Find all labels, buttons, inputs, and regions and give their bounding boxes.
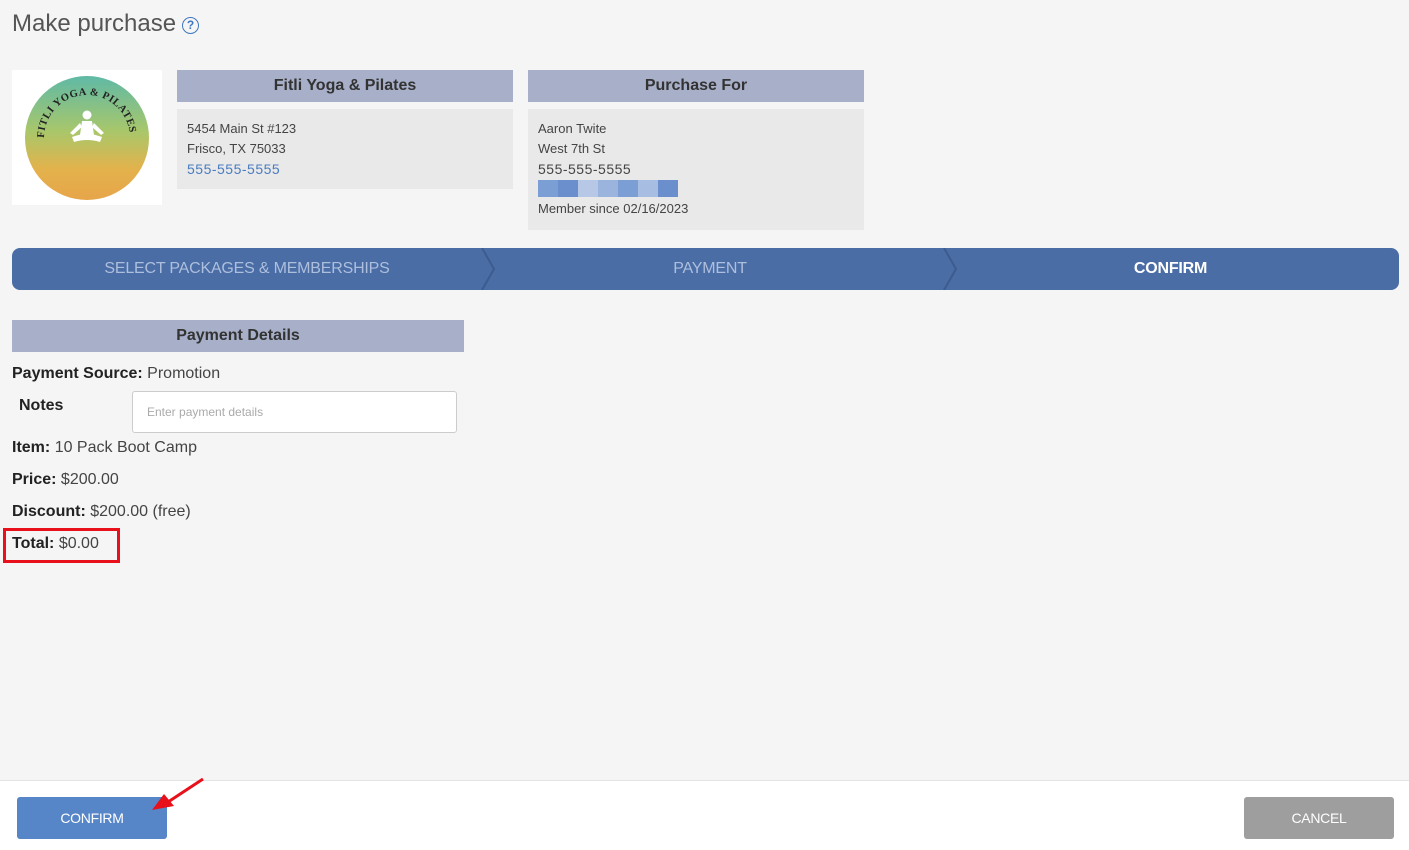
page-header: Make purchase ? bbox=[12, 10, 200, 38]
yoga-logo-icon: FITLI YOGA & PILATES bbox=[25, 75, 149, 200]
payment-source: Payment Source: Promotion bbox=[12, 365, 220, 383]
action-footer: CONFIRM CANCEL bbox=[0, 780, 1409, 850]
studio-logo: FITLI YOGA & PILATES bbox=[12, 70, 162, 205]
step-select-packages[interactable]: SELECT PACKAGES & MEMBERSHIPS bbox=[12, 248, 482, 290]
studio-info-card: Fitli Yoga & Pilates 5454 Main St #123 F… bbox=[177, 70, 513, 189]
cancel-button[interactable]: CANCEL bbox=[1244, 797, 1394, 839]
customer-phone: 555-555-5555 bbox=[538, 161, 632, 177]
payment-source-label: Payment Source: bbox=[12, 365, 143, 382]
notes-input[interactable] bbox=[132, 391, 457, 433]
question-circle-icon[interactable]: ? bbox=[182, 16, 200, 34]
item-label: Item: bbox=[12, 439, 51, 456]
step-confirm[interactable]: CONFIRM bbox=[942, 248, 1399, 290]
red-arrow-icon bbox=[152, 777, 204, 810]
price-label: Price: bbox=[12, 471, 57, 488]
payment-source-value: Promotion bbox=[147, 365, 221, 382]
total-highlight-box bbox=[3, 528, 120, 563]
studio-address-line2: Frisco, TX 75033 bbox=[187, 141, 286, 156]
member-since: Member since 02/16/2023 bbox=[538, 201, 689, 216]
discount-note: (free) bbox=[152, 503, 191, 520]
step-payment[interactable]: PAYMENT bbox=[482, 248, 938, 290]
price-value: $200.00 bbox=[60, 471, 119, 488]
studio-address: 5454 Main St #123 Frisco, TX 75033 555-5… bbox=[177, 109, 513, 189]
redacted-email bbox=[538, 180, 854, 197]
purchase-for-card: Purchase For Aaron Twite West 7th St 555… bbox=[528, 70, 864, 230]
purchase-for-header: Purchase For bbox=[528, 70, 864, 102]
studio-address-line1: 5454 Main St #123 bbox=[187, 121, 297, 136]
studio-phone-link[interactable]: 555-555-5555 bbox=[187, 159, 503, 179]
payment-details-header: Payment Details bbox=[12, 320, 464, 352]
discount-label: Discount: bbox=[12, 503, 86, 520]
studio-name-header: Fitli Yoga & Pilates bbox=[177, 70, 513, 102]
notes-label: Notes bbox=[19, 397, 64, 414]
purchase-stepper: SELECT PACKAGES & MEMBERSHIPS PAYMENT CO… bbox=[12, 248, 1399, 290]
customer-details: Aaron Twite West 7th St 555-555-5555 Mem… bbox=[528, 109, 864, 230]
discount-line: Discount: $200.00 (free) bbox=[12, 503, 191, 521]
customer-name: Aaron Twite bbox=[538, 121, 607, 136]
item-value: 10 Pack Boot Camp bbox=[54, 439, 197, 456]
confirm-button[interactable]: CONFIRM bbox=[17, 797, 167, 839]
discount-value: $200.00 bbox=[90, 503, 149, 520]
price-line: Price: $200.00 bbox=[12, 471, 119, 489]
customer-street: West 7th St bbox=[538, 141, 605, 156]
page-title: Make purchase bbox=[12, 10, 177, 37]
item-line: Item: 10 Pack Boot Camp bbox=[12, 439, 197, 457]
